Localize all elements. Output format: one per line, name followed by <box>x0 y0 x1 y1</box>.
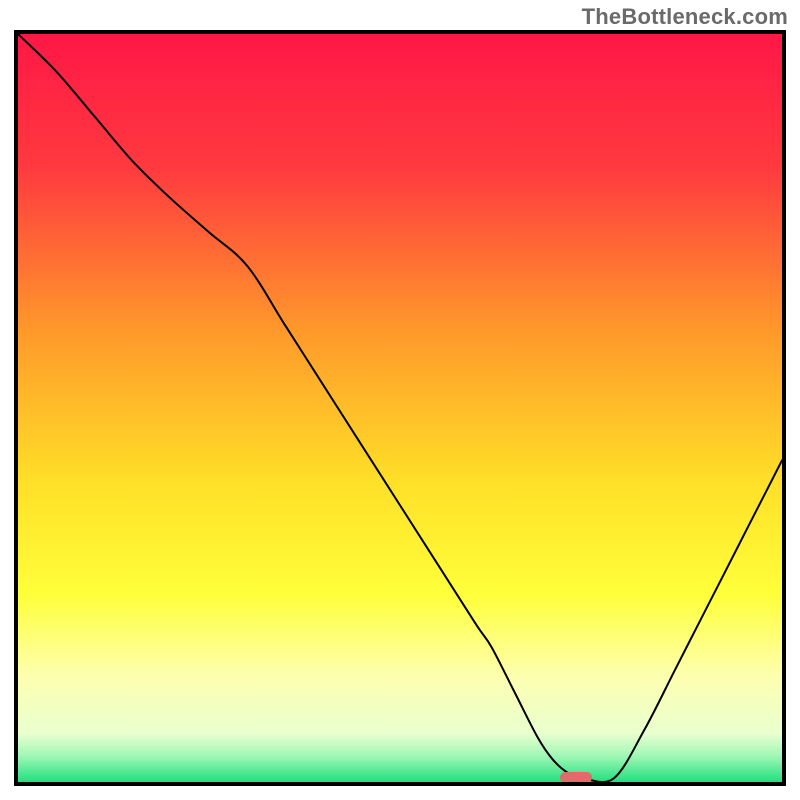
gradient-background <box>18 34 782 782</box>
bottleneck-chart: TheBottleneck.com <box>0 0 800 800</box>
watermark-label: TheBottleneck.com <box>582 4 788 30</box>
optimal-marker <box>560 772 592 784</box>
plot-svg <box>18 34 782 782</box>
plot-frame <box>14 30 786 786</box>
